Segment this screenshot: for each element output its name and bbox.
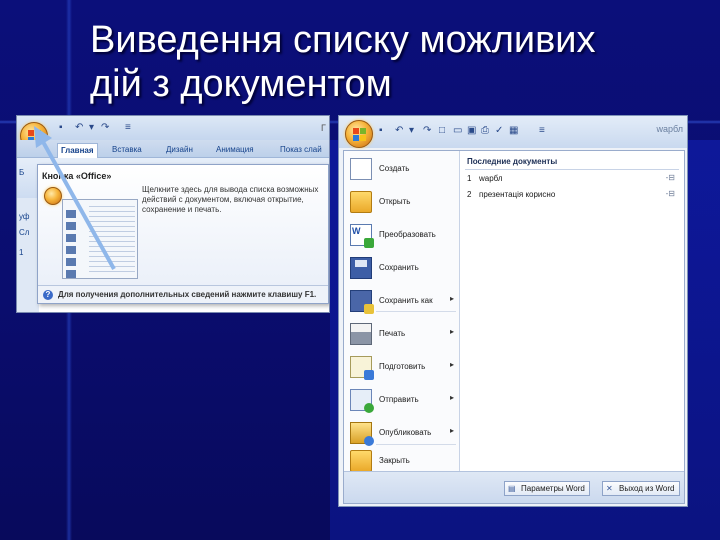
prepare-icon [350, 356, 374, 380]
dropdown-icon-2[interactable]: ▾ [409, 126, 419, 136]
pin-icon[interactable]: -⊟ [666, 189, 675, 198]
window-title-fragment: Г [321, 123, 326, 133]
save-disk-icon [350, 257, 372, 279]
submenu-arrow-icon: ▸ [449, 393, 454, 402]
menu-item-publish[interactable]: Опубликовать ▸ [344, 417, 460, 450]
print-preview-icon[interactable]: ▣ [467, 126, 477, 136]
recent-document-item[interactable]: 1 wapбл -⊟ [467, 173, 679, 187]
open-folder-icon [350, 191, 372, 213]
recent-name: презентація корисно [479, 190, 556, 199]
window-title: wapбл [656, 124, 683, 134]
menu-item-send-label: Отправить [379, 395, 419, 404]
close-folder-icon [350, 450, 372, 472]
office-button-2[interactable] [345, 120, 373, 148]
exit-word-button[interactable]: ✕ Выход из Word [602, 481, 680, 496]
word-options-label: Параметры Word [521, 484, 585, 493]
submenu-arrow-icon: ▸ [449, 426, 454, 435]
menu-item-save[interactable]: Сохранить [344, 252, 460, 285]
menu-item-prepare[interactable]: Подготовить ▸ [344, 351, 460, 384]
exit-icon: ✕ [606, 484, 613, 493]
recent-documents-title: Последние документы [467, 157, 558, 166]
recent-divider [465, 169, 679, 170]
menu-item-save-as-label: Сохранить как [379, 296, 433, 305]
side-label-4[interactable]: 1 [19, 248, 23, 257]
submenu-arrow-icon: ▸ [449, 294, 454, 303]
save-icon-2[interactable]: ▪ [379, 126, 389, 136]
new-icon-2[interactable]: □ [439, 126, 449, 136]
slide-title-line-1: Виведення списку можливих [90, 19, 596, 61]
redo-icon-2[interactable]: ↷ [423, 126, 433, 136]
office-logo-icon-2 [353, 128, 366, 141]
exit-word-label: Выход из Word [619, 484, 675, 493]
menu-item-publish-label: Опубликовать [379, 428, 432, 437]
menu-item-close-label: Закрыть [379, 456, 410, 465]
menu-separator [376, 444, 456, 445]
spelling-icon[interactable]: ✓ [495, 126, 505, 136]
menu-item-convert[interactable]: W Преобразовать [344, 219, 460, 252]
publish-icon [350, 422, 374, 446]
new-document-icon [350, 158, 372, 180]
undo-icon-2[interactable]: ↶ [395, 126, 405, 136]
menu-item-save-as[interactable]: Сохранить как ▸ [344, 285, 460, 318]
print-icon[interactable]: ⎙ [481, 126, 491, 136]
tooltip-help-text: Для получения дополнительных сведений на… [58, 290, 317, 299]
office-menu-commands: Создать Открыть W Преобразовать Сохранит… [344, 151, 460, 472]
menu-item-new[interactable]: Создать [344, 153, 460, 186]
menu-item-open-label: Открыть [379, 197, 411, 206]
customize-qat-icon-2[interactable]: ≡ [539, 126, 549, 136]
menu-item-convert-label: Преобразовать [379, 230, 436, 239]
quick-access-toolbar-2: ▪ ↶ ▾ ↷ □ ▭ ▣ ⎙ ✓ ▦ ≡ wapбл [339, 116, 687, 148]
recent-number: 1 [467, 174, 472, 183]
menu-item-print[interactable]: Печать ▸ [344, 318, 460, 351]
convert-icon: W [350, 224, 374, 248]
pointer-arrow-icon [34, 126, 116, 270]
tab-design[interactable]: Дизайн [163, 143, 196, 158]
tooltip-description: Щелкните здесь для вывода списка возможн… [142, 185, 319, 214]
menu-item-save-label: Сохранить [379, 263, 419, 272]
recent-documents-panel: Последние документы 1 wapбл -⊟ 2 презент… [461, 151, 684, 471]
tab-slideshow[interactable]: Показ слай [277, 143, 325, 158]
save-as-icon [350, 290, 374, 314]
menu-separator [376, 311, 456, 312]
menu-item-close[interactable]: Закрыть [344, 450, 460, 472]
office-menu-footer: ▤ Параметры Word ✕ Выход из Word [344, 471, 684, 503]
recent-number: 2 [467, 190, 472, 199]
open-icon-2[interactable]: ▭ [453, 126, 463, 136]
recent-document-item[interactable]: 2 презентація корисно -⊟ [467, 189, 679, 203]
send-icon [350, 389, 374, 413]
slide-title: Виведення списку можливих дій з документ… [90, 18, 710, 106]
submenu-arrow-icon: ▸ [449, 360, 454, 369]
menu-item-new-label: Создать [379, 164, 410, 173]
menu-item-print-label: Печать [379, 329, 406, 338]
menu-item-prepare-label: Подготовить [379, 362, 426, 371]
submenu-arrow-icon: ▸ [449, 327, 454, 336]
tooltip-footer: ? Для получения дополнительных сведений … [38, 285, 328, 303]
menu-item-send[interactable]: Отправить ▸ [344, 384, 460, 417]
slide-title-line-2: дій з документом [90, 63, 392, 105]
word-options-button[interactable]: ▤ Параметры Word [504, 481, 590, 496]
options-icon: ▤ [508, 484, 516, 493]
customize-qat-icon[interactable]: ≡ [125, 123, 135, 133]
draw-table-icon[interactable]: ▦ [509, 126, 519, 136]
recent-name: wapбл [479, 174, 503, 183]
office-menu-screenshot: ▪ ↶ ▾ ↷ □ ▭ ▣ ⎙ ✓ ▦ ≡ wapбл Создать Откр… [338, 115, 688, 507]
printer-icon [350, 323, 372, 345]
help-icon: ? [43, 290, 53, 300]
pin-icon[interactable]: -⊟ [666, 173, 675, 182]
tab-animation[interactable]: Анимация [213, 143, 257, 158]
menu-item-open[interactable]: Открыть [344, 186, 460, 219]
office-menu: Создать Открыть W Преобразовать Сохранит… [343, 150, 685, 504]
